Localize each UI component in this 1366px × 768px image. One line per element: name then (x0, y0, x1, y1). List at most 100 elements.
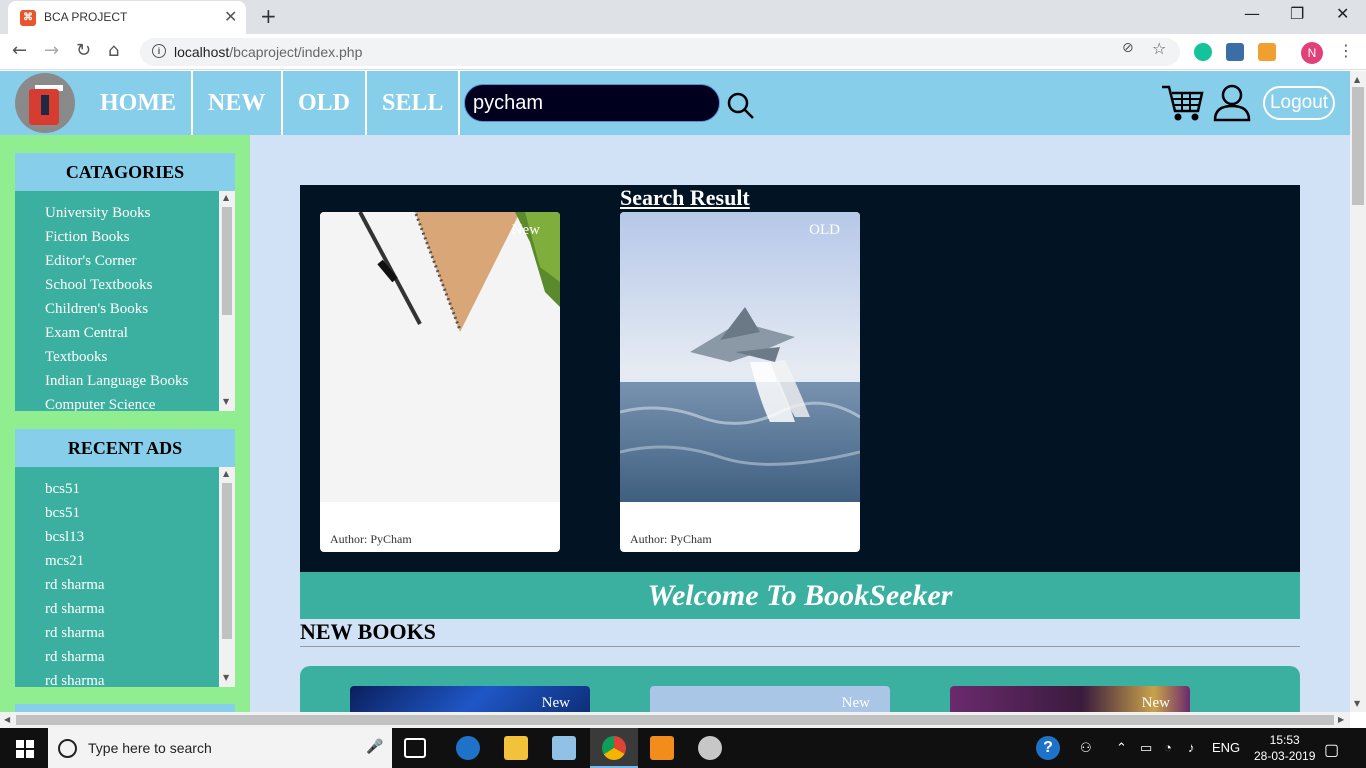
categories-title: CATAGORIES (15, 153, 235, 191)
browser-tabbar: ⌘ BCA PROJECT ✕ + — ❐ ✕ (0, 0, 1366, 34)
address-bar[interactable]: i localhost/bcaproject/index.php ⊘ ☆ (140, 38, 1180, 66)
home-icon[interactable]: ⌂ (108, 40, 119, 61)
browser-tab[interactable]: ⌘ BCA PROJECT ✕ (8, 1, 246, 34)
site-logo[interactable] (15, 73, 75, 133)
recent-ad-item[interactable]: rd sharma (45, 645, 235, 669)
task-view-icon[interactable] (404, 738, 426, 758)
taskbar-search-placeholder: Type here to search (88, 740, 212, 756)
file-explorer-icon[interactable] (504, 736, 528, 760)
url-text: localhost/bcaproject/index.php (174, 44, 362, 60)
clock-date: 28-03-2019 (1254, 749, 1316, 763)
notifications-icon[interactable]: ▢ (1324, 740, 1339, 760)
people-icon[interactable]: ⚇ (1080, 740, 1092, 756)
info-icon[interactable]: i (152, 44, 166, 58)
category-item[interactable]: Fiction Books (45, 225, 235, 249)
nav-divider (458, 71, 460, 135)
condition-badge: New (541, 695, 570, 711)
new-tab-icon[interactable]: + (260, 4, 277, 28)
extension-icon[interactable] (1226, 43, 1244, 61)
new-books-section: New New New (300, 666, 1300, 712)
search-input[interactable] (465, 85, 719, 121)
page-horizontal-scrollbar[interactable]: ◀ ▶ (0, 712, 1350, 728)
search-icon[interactable] (726, 91, 756, 121)
reload-icon[interactable]: ↻ (76, 40, 91, 61)
condition-badge: New (841, 695, 870, 711)
categories-scrollbar[interactable]: ▲ ▼ (219, 191, 235, 411)
edge-icon[interactable] (456, 736, 480, 760)
category-item[interactable]: Editor's Corner (45, 249, 235, 273)
app-icon[interactable] (552, 736, 576, 760)
nav-new[interactable]: NEW (208, 71, 265, 135)
tab-title: BCA PROJECT (44, 10, 128, 24)
browser-toolbar: ← → ↻ ⌂ i localhost/bcaproject/index.php… (0, 34, 1366, 70)
show-hidden-icons-icon[interactable]: ⌃ (1116, 740, 1127, 756)
recent-ad-item[interactable]: bcsl13 (45, 525, 235, 549)
recent-ad-item[interactable]: bcs51 (45, 477, 235, 501)
wifi-icon[interactable]: ◔ (1164, 740, 1172, 755)
category-item[interactable]: University Books (45, 201, 235, 225)
help-icon[interactable]: ? (1036, 736, 1060, 760)
category-item[interactable]: School Textbooks (45, 273, 235, 297)
book-author: Author: PyCham (630, 532, 712, 546)
url-host: localhost (174, 44, 230, 60)
categories-panel: CATAGORIES University Books Fiction Book… (15, 153, 235, 411)
sublime-text-icon[interactable] (650, 736, 674, 760)
back-icon[interactable]: ← (12, 40, 27, 61)
grammarly-extension-icon[interactable] (1194, 43, 1212, 61)
category-item[interactable]: Children's Books (45, 297, 235, 321)
category-item[interactable]: Indian Language Books (45, 369, 235, 393)
category-item[interactable]: Textbooks (45, 345, 235, 369)
battery-icon[interactable]: ▭ (1140, 740, 1152, 756)
clock-time: 15:53 (1269, 733, 1300, 747)
logout-button[interactable]: Logout (1263, 86, 1335, 120)
nav-old[interactable]: OLD (298, 71, 350, 135)
recent-ad-item[interactable]: rd sharma (45, 573, 235, 597)
user-icon[interactable] (1212, 83, 1252, 123)
paint-icon[interactable] (698, 736, 722, 760)
recent-ads-list: bcs51 bcs51 bcsl13 mcs21 rd sharma rd sh… (15, 467, 235, 687)
book-card[interactable]: New (650, 686, 890, 712)
book-card[interactable]: New Author: PyCham (320, 212, 560, 552)
recent-ads-scrollbar[interactable]: ▲ ▼ (219, 467, 235, 687)
book-card[interactable]: New (350, 686, 590, 712)
recent-ads-panel: RECENT ADS bcs51 bcs51 bcsl13 mcs21 rd s… (15, 429, 235, 687)
taskbar-clock[interactable]: 15:53 28-03-2019 (1254, 732, 1315, 764)
recent-ad-item[interactable]: rd sharma (45, 621, 235, 645)
input-language[interactable]: ENG (1212, 740, 1240, 755)
page-viewport: HOME NEW OLD SELL Logout (0, 71, 1350, 712)
windows-start-icon[interactable] (16, 740, 34, 758)
category-item[interactable]: Exam Central (45, 321, 235, 345)
recent-ad-item[interactable]: bcs51 (45, 501, 235, 525)
book-card[interactable]: New (950, 686, 1190, 712)
book-card[interactable]: OLD Author: PyCham (620, 212, 860, 552)
nav-sell[interactable]: SELL (382, 71, 443, 135)
page-vertical-scrollbar[interactable]: ▲ ▼ (1350, 71, 1366, 712)
recent-ad-item[interactable]: rd sharma (45, 597, 235, 621)
nav-home[interactable]: HOME (100, 71, 176, 135)
bookmark-star-icon[interactable]: ☆ (1152, 39, 1166, 58)
taskbar-search[interactable]: Type here to search 🎤 (48, 728, 392, 768)
search-results-title: Search Result (620, 185, 750, 210)
microphone-icon[interactable]: 🎤 (366, 739, 383, 755)
extension-icon-2[interactable] (1258, 43, 1276, 61)
minimize-icon[interactable]: — (1244, 4, 1260, 23)
search-box (464, 84, 720, 122)
forward-icon[interactable]: → (44, 40, 59, 61)
category-item[interactable]: Computer Science (45, 393, 235, 411)
profile-avatar[interactable]: N (1301, 42, 1323, 64)
favicon-icon: ⌘ (20, 10, 36, 26)
recent-ad-item[interactable]: mcs21 (45, 549, 235, 573)
book-cover-image (320, 212, 560, 502)
sidebar-next-panel (15, 704, 235, 712)
volume-icon[interactable]: ♪ (1188, 740, 1195, 755)
close-window-icon[interactable]: ✕ (1336, 4, 1349, 23)
recent-ad-item[interactable]: rd sharma (45, 669, 235, 687)
restore-icon[interactable]: ❐ (1290, 4, 1304, 23)
close-tab-icon[interactable]: ✕ (224, 7, 237, 26)
blocked-icon[interactable]: ⊘ (1122, 40, 1134, 56)
menu-icon[interactable]: ⋮ (1338, 41, 1354, 60)
new-books-heading: NEW BOOKS (300, 619, 1300, 647)
welcome-banner: Welcome To BookSeeker (300, 572, 1300, 619)
cart-icon[interactable] (1160, 83, 1204, 123)
chrome-icon[interactable] (602, 736, 626, 760)
